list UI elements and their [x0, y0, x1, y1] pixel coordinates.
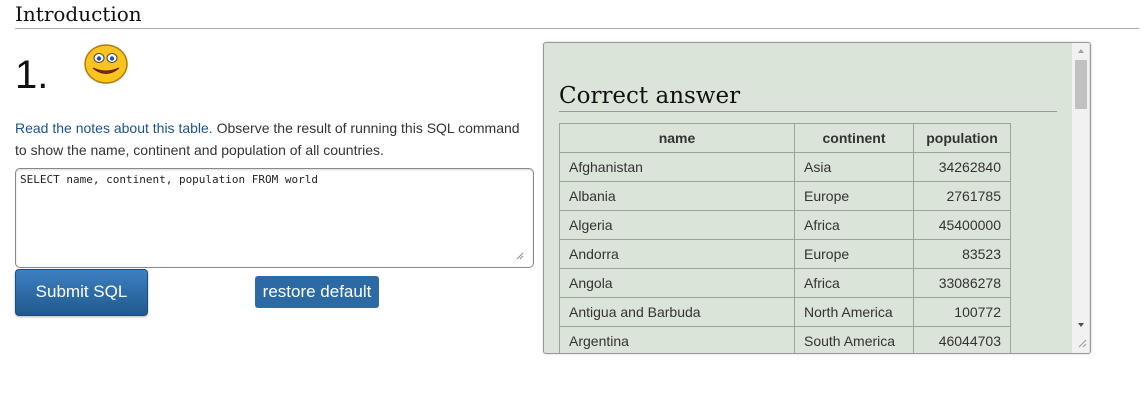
- cell-population: 45400000: [913, 210, 1011, 240]
- resize-grip-icon[interactable]: [1078, 339, 1087, 348]
- cell-name: Albania: [559, 181, 795, 211]
- cell-population: 46044703: [913, 326, 1011, 353]
- cell-continent: Asia: [794, 152, 914, 182]
- cell-population: 83523: [913, 239, 1011, 269]
- question-number: 1.: [15, 53, 49, 97]
- column-header-population: population: [913, 123, 1011, 153]
- table-row: Andorra Europe 83523: [559, 239, 1011, 269]
- column-header-name: name: [559, 123, 795, 153]
- scroll-up-arrow-icon[interactable]: [1076, 47, 1086, 55]
- notes-link[interactable]: Read the notes about this table.: [15, 120, 213, 136]
- result-table: name continent population Afghanistan As…: [559, 123, 1011, 353]
- cell-population: 34262840: [913, 152, 1011, 182]
- table-row: Antigua and Barbuda North America 100772: [559, 297, 1011, 327]
- scrollbar-thumb[interactable]: [1075, 60, 1087, 109]
- section-heading: Introduction: [15, 2, 1139, 29]
- correct-answer-panel[interactable]: Correct answer name continent population…: [543, 42, 1091, 354]
- cell-population: 100772: [913, 297, 1011, 327]
- table-row: Algeria Africa 45400000: [559, 210, 1011, 240]
- cell-continent: Europe: [794, 181, 914, 211]
- table-row: Argentina South America 46044703: [559, 326, 1011, 353]
- cell-continent: Europe: [794, 239, 914, 269]
- submit-sql-button[interactable]: Submit SQL: [15, 269, 148, 316]
- cell-name: Antigua and Barbuda: [559, 297, 795, 327]
- cell-name: Algeria: [559, 210, 795, 240]
- cell-continent: Africa: [794, 210, 914, 240]
- cell-population: 2761785: [913, 181, 1011, 211]
- smiley-face-icon: [84, 44, 128, 84]
- cell-name: Afghanistan: [559, 152, 795, 182]
- table-row: Albania Europe 2761785: [559, 181, 1011, 211]
- restore-default-button[interactable]: restore default: [255, 276, 379, 308]
- cell-continent: North America: [794, 297, 914, 327]
- answer-title: Correct answer: [559, 83, 1057, 112]
- cell-name: Andorra: [559, 239, 795, 269]
- cell-name: Angola: [559, 268, 795, 298]
- column-header-continent: continent: [794, 123, 914, 153]
- table-row: Angola Africa 33086278: [559, 268, 1011, 298]
- scroll-down-arrow-icon[interactable]: [1076, 321, 1086, 329]
- cell-continent: South America: [794, 326, 914, 353]
- cell-name: Argentina: [559, 326, 795, 353]
- table-row: Afghanistan Asia 34262840: [559, 152, 1011, 182]
- sql-editor[interactable]: SELECT name, continent, population FROM …: [15, 168, 534, 268]
- table-header-row: name continent population: [559, 123, 1011, 153]
- instructions: Read the notes about this table. Observe…: [15, 117, 535, 161]
- resize-grip-icon[interactable]: [516, 252, 524, 260]
- cell-population: 33086278: [913, 268, 1011, 298]
- cell-continent: Africa: [794, 268, 914, 298]
